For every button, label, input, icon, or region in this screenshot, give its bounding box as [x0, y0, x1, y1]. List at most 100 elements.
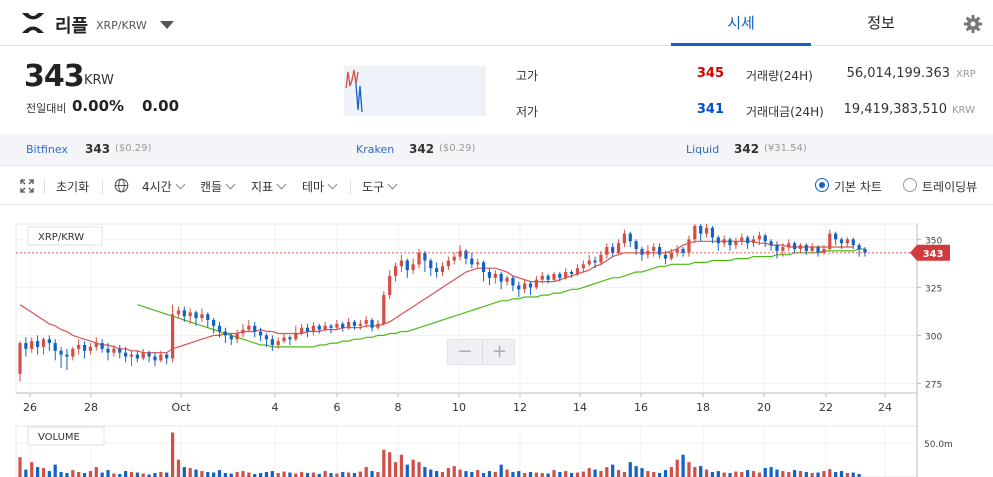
candle-body: [722, 239, 726, 244]
change-percent: 0.00%: [72, 97, 125, 115]
candle-body: [546, 275, 550, 280]
exchange-fx: (¥31.54): [764, 143, 807, 154]
high-value: 345: [696, 66, 724, 81]
indicator-dropdown[interactable]: 지표: [251, 178, 285, 195]
volume-bar: [382, 449, 386, 477]
candle-body: [82, 344, 87, 351]
volume-bar: [411, 459, 415, 477]
candle-body: [229, 335, 233, 340]
interval-dropdown[interactable]: 4시간: [142, 178, 184, 195]
candle-body: [605, 247, 609, 255]
volume-bar: [282, 471, 286, 477]
volume-bar: [429, 469, 433, 477]
zoom-in-icon[interactable]: +: [482, 340, 516, 364]
candle-body: [452, 256, 456, 261]
zoom-out-icon[interactable]: −: [448, 340, 482, 364]
tradingview-label[interactable]: 트레이딩뷰: [922, 178, 977, 195]
x-tick-label: 26: [23, 401, 37, 414]
candle-body: [18, 343, 22, 374]
volume-bar: [82, 473, 87, 477]
volume-bar: [845, 473, 850, 477]
volume-bar: [693, 467, 697, 477]
volume-bar: [757, 472, 761, 477]
theme-dropdown[interactable]: 테마: [302, 178, 336, 195]
volume-bar: [734, 471, 738, 477]
volume-bar: [704, 469, 709, 477]
candle-body: [241, 329, 245, 334]
volume-bar: [716, 471, 720, 477]
tradingview-radio[interactable]: [903, 178, 917, 192]
candle-body: [851, 239, 855, 246]
chevron-down-icon[interactable]: [160, 21, 174, 29]
volume-bar: [558, 472, 562, 477]
candle-body: [658, 247, 662, 255]
candle-body: [100, 343, 104, 349]
candle-body: [834, 233, 838, 240]
candle-body: [358, 323, 362, 326]
volume-bar: [440, 472, 445, 477]
volume-bar: [552, 470, 556, 477]
volume-bar: [687, 462, 691, 477]
volume-bar: [569, 473, 574, 477]
tab-info[interactable]: 정보: [811, 0, 951, 46]
volume-bar: [781, 471, 785, 477]
exchange-kraken[interactable]: Kraken: [356, 143, 394, 156]
candle-body: [405, 260, 409, 271]
volume-bar: [699, 466, 703, 477]
candle-body: [65, 354, 69, 357]
candle-body: [317, 325, 321, 330]
basic-chart-label[interactable]: 기본 차트: [834, 178, 882, 195]
volume-bar: [346, 472, 351, 477]
globe-icon[interactable]: [114, 178, 129, 193]
candle-body: [417, 252, 421, 265]
tab-market[interactable]: 시세: [671, 0, 811, 46]
volume-bar: [775, 469, 779, 477]
volume-bar: [323, 471, 327, 477]
volume-bar: [616, 470, 621, 477]
price-chart[interactable]: 350 325 300 275 50.0m 26 28 Oct 4 6 8 10 12 14 16 18 20 2…: [0, 206, 993, 477]
candle-body: [663, 254, 668, 259]
volume-bar: [751, 471, 756, 477]
candle-body: [235, 333, 239, 340]
volume-bar: [622, 472, 627, 477]
volume-bar: [258, 473, 263, 477]
candle-dropdown[interactable]: 캔들: [200, 178, 234, 195]
volume-bar: [828, 469, 832, 477]
candle-body: [839, 239, 844, 244]
reset-button[interactable]: 초기화: [56, 178, 89, 195]
volume-bar: [523, 473, 527, 477]
candle-body: [399, 260, 404, 267]
candle-body: [487, 272, 492, 278]
zoom-controls: − +: [447, 339, 515, 365]
volume-bar: [575, 472, 580, 477]
mini-sparkline: [344, 66, 486, 116]
tools-dropdown[interactable]: 도구: [362, 178, 396, 195]
exchange-bitfinex[interactable]: Bitfinex: [26, 143, 68, 156]
candle-body: [640, 248, 644, 255]
candle-body: [258, 331, 263, 336]
candle-body: [863, 248, 867, 253]
coin-pair: XRP/KRW: [96, 19, 147, 32]
candle-body: [376, 323, 380, 328]
volume-pane: [15, 425, 918, 477]
volume-bar: [540, 473, 544, 477]
volume-bar: [534, 472, 539, 477]
gear-icon[interactable]: [963, 14, 983, 34]
candle-body: [182, 310, 186, 317]
candle-body: [728, 239, 732, 246]
volume-bar: [792, 470, 797, 477]
candle-body: [77, 344, 81, 349]
candle-body: [112, 348, 116, 353]
exchange-liquid[interactable]: Liquid: [686, 143, 719, 156]
toolbar-separator: [350, 180, 351, 194]
volume-bar: [223, 473, 227, 477]
candle-body: [528, 283, 533, 288]
expand-icon[interactable]: [20, 179, 34, 193]
candle-body: [335, 323, 339, 328]
candle-body: [845, 239, 850, 244]
volume-bar: [810, 473, 814, 477]
candle-body: [440, 266, 445, 273]
candle-body: [476, 262, 480, 265]
basic-chart-radio[interactable]: [815, 178, 829, 192]
candle-body: [129, 354, 134, 357]
